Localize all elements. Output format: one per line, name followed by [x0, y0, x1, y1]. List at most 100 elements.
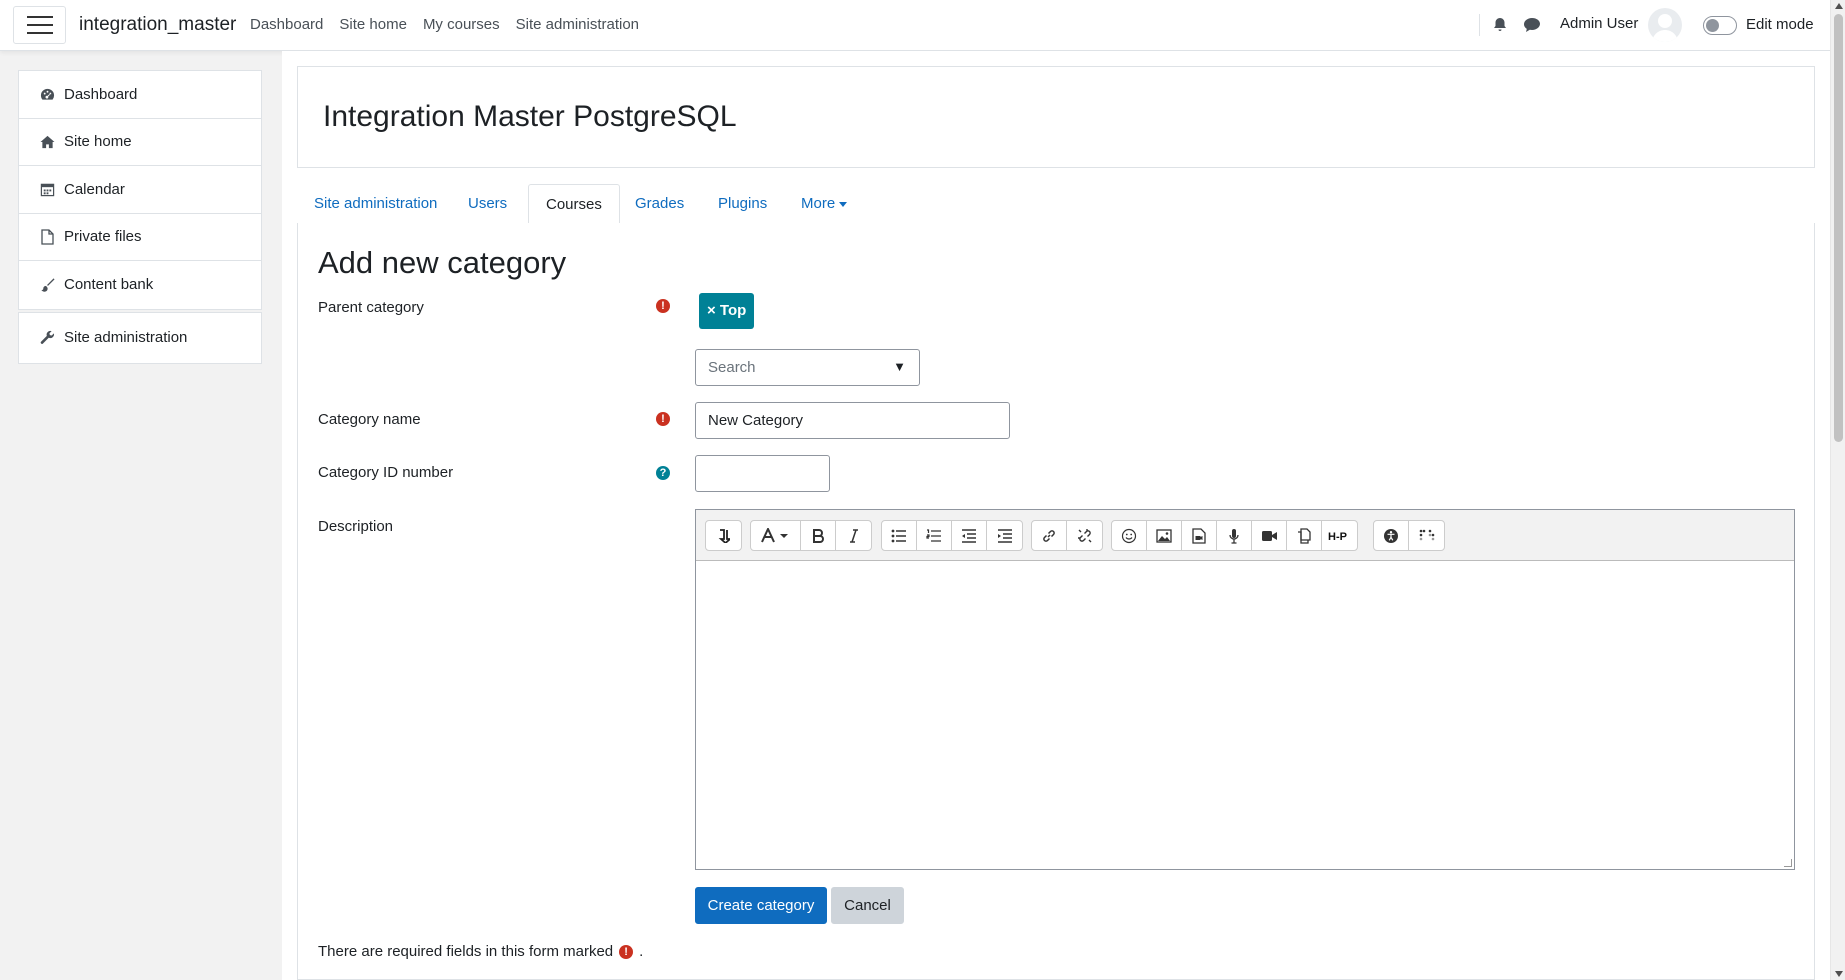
- secondary-navigation-tabs: Site administration Users Courses Grades…: [297, 184, 1815, 225]
- record-video-button[interactable]: [1252, 521, 1287, 550]
- editor-resize-handle[interactable]: [1784, 859, 1792, 867]
- sidebar-item-dashboard[interactable]: Dashboard: [19, 71, 261, 119]
- parent-category-label: Parent category: [318, 299, 424, 316]
- category-name-label: Category name: [318, 411, 421, 428]
- sidebar-item-content-bank[interactable]: Content bank: [19, 261, 261, 309]
- screenreader-helper-button[interactable]: [1409, 521, 1444, 550]
- h5p-button[interactable]: H-P: [1322, 521, 1357, 550]
- indent-button[interactable]: [987, 521, 1022, 550]
- parent-category-search-select[interactable]: Search ▼: [695, 349, 920, 386]
- nav-link-site-home[interactable]: Site home: [339, 16, 407, 33]
- description-textarea[interactable]: [696, 561, 1794, 869]
- bold-button[interactable]: [801, 521, 836, 550]
- sidebar-item-site-home[interactable]: Site home: [19, 119, 261, 166]
- page-header: Integration Master PostgreSQL: [297, 66, 1815, 168]
- edit-mode-toggle[interactable]: [1703, 16, 1737, 35]
- tab-grades[interactable]: Grades: [618, 184, 701, 224]
- category-name-input[interactable]: [695, 402, 1010, 439]
- arrow-down-right-icon: [718, 528, 730, 543]
- search-placeholder: Search: [708, 359, 756, 376]
- bell-icon[interactable]: [1492, 17, 1508, 33]
- left-sidebar: Dashboard Site home Calendar Private fil…: [18, 70, 262, 364]
- required-icon: !: [656, 299, 670, 313]
- ordered-list-button[interactable]: [917, 521, 952, 550]
- calendar-icon: [39, 181, 55, 197]
- sidebar-item-label: Private files: [64, 228, 142, 246]
- nav-link-my-courses[interactable]: My courses: [423, 16, 500, 33]
- scroll-up-arrow-icon[interactable]: [1835, 3, 1843, 9]
- tab-site-administration[interactable]: Site administration: [297, 184, 454, 224]
- page-scrollbar[interactable]: [1830, 0, 1845, 980]
- help-icon[interactable]: ?: [656, 466, 670, 480]
- cancel-button[interactable]: Cancel: [831, 887, 904, 924]
- h5p-icon: H-P: [1328, 531, 1347, 542]
- sidebar-item-label: Site home: [64, 133, 132, 151]
- italic-icon: [849, 528, 858, 543]
- link-button[interactable]: [1032, 521, 1067, 550]
- menu-toggle-button[interactable]: [13, 6, 66, 44]
- nav-link-site-administration[interactable]: Site administration: [516, 16, 639, 33]
- required-fields-note: There are required fields in this form m…: [318, 943, 643, 960]
- tab-users[interactable]: Users: [451, 184, 524, 224]
- create-category-button[interactable]: Create category: [695, 887, 827, 924]
- scrollbar-thumb[interactable]: [1834, 14, 1843, 442]
- emoji-button[interactable]: [1112, 521, 1147, 550]
- record-audio-button[interactable]: [1217, 521, 1252, 550]
- brush-icon: [39, 277, 55, 293]
- required-icon: !: [656, 412, 670, 426]
- sidebar-item-site-administration[interactable]: Site administration: [19, 313, 261, 363]
- caret-down-icon: [839, 201, 848, 207]
- navbar-divider: [1479, 14, 1480, 36]
- outdent-button[interactable]: [952, 521, 987, 550]
- form-heading: Add new category: [318, 245, 567, 280]
- top-navbar: integration_master Dashboard Site home M…: [0, 0, 1830, 51]
- collapse-toolbar-button[interactable]: [706, 521, 741, 550]
- svg-text:H-P: H-P: [1328, 531, 1347, 542]
- wrench-icon: [39, 330, 55, 346]
- tab-courses[interactable]: Courses: [528, 184, 620, 225]
- toolbar-group-accessibility: [1373, 520, 1445, 551]
- toolbar-group-font: [750, 520, 872, 551]
- ordered-list-icon: [926, 528, 941, 542]
- braille-icon: [1419, 529, 1434, 540]
- sidebar-item-label: Content bank: [64, 276, 154, 294]
- sidebar-admin-group: Site administration: [18, 311, 262, 364]
- description-editor: H-P: [695, 509, 1795, 870]
- dropdown-arrow-icon: ▼: [893, 359, 906, 374]
- sidebar-item-calendar[interactable]: Calendar: [19, 166, 261, 214]
- user-name[interactable]: Admin User: [1560, 15, 1638, 32]
- italic-button[interactable]: [836, 521, 871, 550]
- accessibility-checker-button[interactable]: [1374, 521, 1409, 550]
- font-style-icon: [760, 527, 788, 542]
- tab-more[interactable]: More: [784, 184, 864, 224]
- unordered-list-icon: [891, 529, 906, 542]
- media-file-icon: [1192, 527, 1206, 544]
- image-button[interactable]: [1147, 521, 1182, 550]
- required-fields-period: .: [639, 943, 644, 960]
- unlink-button[interactable]: [1067, 521, 1102, 550]
- font-style-button[interactable]: [751, 521, 801, 550]
- edit-mode-label: Edit mode: [1746, 16, 1814, 33]
- parent-category-selected-badge[interactable]: × Top: [699, 293, 755, 329]
- sidebar-item-label: Site administration: [64, 329, 188, 346]
- nav-link-dashboard[interactable]: Dashboard: [250, 16, 323, 33]
- chat-icon[interactable]: [1523, 17, 1541, 33]
- bold-icon: [813, 528, 824, 543]
- copy-files-icon: [1298, 527, 1311, 544]
- scroll-down-arrow-icon[interactable]: [1835, 971, 1843, 977]
- tab-more-label: More: [801, 195, 836, 212]
- unordered-list-button[interactable]: [882, 521, 917, 550]
- media-button[interactable]: [1182, 521, 1217, 550]
- page-title: Integration Master PostgreSQL: [323, 100, 737, 133]
- manage-files-button[interactable]: [1287, 521, 1322, 550]
- site-brand[interactable]: integration_master: [79, 14, 236, 36]
- user-avatar[interactable]: [1648, 8, 1682, 42]
- editor-toolbar: H-P: [696, 510, 1794, 561]
- category-id-input[interactable]: [695, 455, 830, 492]
- outdent-icon: [962, 528, 976, 543]
- sidebar-item-private-files[interactable]: Private files: [19, 214, 261, 261]
- toolbar-group-lists: [881, 520, 1023, 551]
- sidebar-item-label: Dashboard: [64, 85, 138, 103]
- category-id-label: Category ID number: [318, 464, 454, 481]
- tab-plugins[interactable]: Plugins: [701, 184, 784, 224]
